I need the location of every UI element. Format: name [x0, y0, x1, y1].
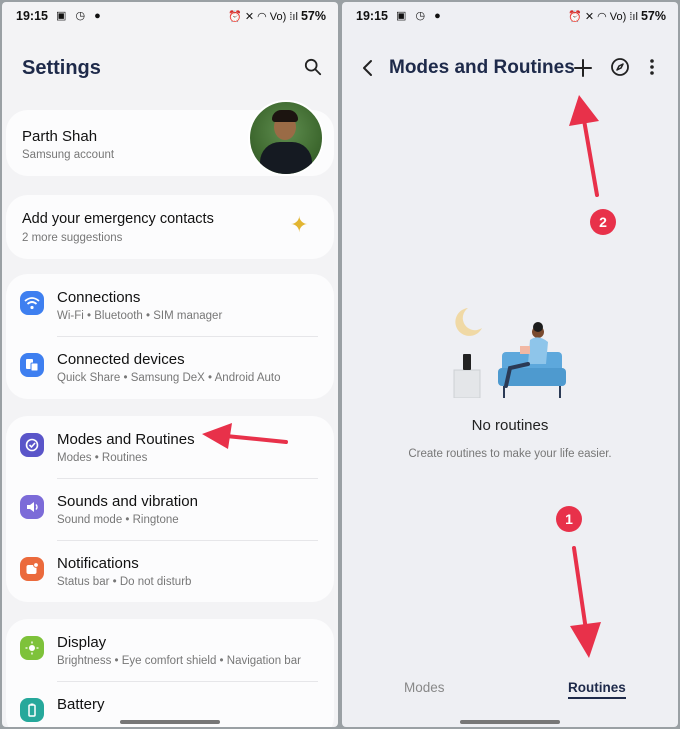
empty-title: No routines: [471, 417, 549, 434]
side-table: [453, 369, 481, 398]
system-icons: ⏰ ✕ ◠ Vo) ⁞ıl 57%: [228, 9, 326, 23]
settings-item-connections[interactable]: Connections Wi-Fi • Bluetooth • SIM mana…: [6, 274, 334, 336]
sun-icon: [20, 636, 44, 660]
annotation-badge-2: 2: [590, 209, 616, 235]
notification-icons: ▣ ◷ ●: [56, 10, 104, 22]
status-time: 19:15: [356, 9, 388, 23]
settings-item-sounds[interactable]: Sounds and vibration Sound mode • Ringto…: [6, 478, 334, 540]
status-time: 19:15: [16, 9, 48, 23]
nav-handle[interactable]: [120, 720, 220, 724]
devices-icon: [20, 353, 44, 377]
sparkle-icon: ✦: [290, 212, 309, 237]
page-title: Modes and Routines: [389, 57, 575, 78]
item-sub: Sound mode • Ringtone: [57, 514, 179, 526]
annotation-badge-1: 1: [556, 506, 582, 532]
item-label: Notifications: [57, 555, 139, 572]
back-icon[interactable]: [358, 58, 378, 78]
account-subtitle: Samsung account: [22, 149, 115, 161]
suggestion-card[interactable]: Add your emergency contacts 2 more sugge…: [6, 195, 334, 259]
settings-item-connected-devices[interactable]: Connected devices Quick Share • Samsung …: [6, 336, 334, 398]
item-label: Modes and Routines: [57, 431, 195, 448]
status-bar: 19:15 ▣ ◷ ● ⏰ ✕ ◠ Vo) ⁞ıl 57%: [342, 2, 678, 30]
system-icons: ⏰ ✕ ◠ Vo) ⁞ıl 57%: [568, 9, 666, 23]
item-sub: Modes • Routines: [57, 452, 148, 464]
settings-group-display: Display Brightness • Eye comfort shield …: [6, 619, 334, 727]
nav-handle[interactable]: [460, 720, 560, 724]
avatar-body: [260, 142, 312, 174]
book: [520, 346, 530, 354]
page-title: Settings: [22, 57, 101, 79]
signal-icons: ⏰ ✕ ◠ Vo) ⁞ıl: [568, 11, 638, 23]
tab-modes[interactable]: Modes: [404, 680, 445, 695]
battery-percent: 57%: [640, 9, 666, 23]
empty-subtitle: Create routines to make your life easier…: [408, 448, 612, 460]
signal-icons: ⏰ ✕ ◠ Vo) ⁞ıl: [228, 11, 298, 23]
item-label: Battery: [57, 696, 105, 713]
check-circle-icon: [20, 433, 44, 457]
item-sub: Status bar • Do not disturb: [57, 576, 192, 588]
modes-routines-screen: 19:15 ▣ ◷ ● ⏰ ✕ ◠ Vo) ⁞ıl 57% Modes and …: [342, 2, 678, 727]
compass-icon[interactable]: [610, 57, 630, 77]
item-sub: Wi-Fi • Bluetooth • SIM manager: [57, 310, 223, 322]
person-body: [528, 337, 548, 364]
empty-illustration: [453, 308, 566, 398]
search-icon[interactable]: [304, 58, 322, 76]
avatar[interactable]: [248, 100, 324, 176]
volume-icon: [20, 495, 44, 519]
item-sub: Brightness • Eye comfort shield • Naviga…: [57, 655, 301, 667]
settings-group-connections: Connections Wi-Fi • Bluetooth • SIM mana…: [6, 274, 334, 399]
add-icon[interactable]: [573, 58, 593, 78]
item-label: Connected devices: [57, 351, 185, 368]
suggestion-subtitle: 2 more suggestions: [22, 232, 123, 244]
avatar-hair: [272, 110, 298, 122]
settings-group-modes: Modes and Routines Modes • Routines Soun…: [6, 416, 334, 602]
item-label: Display: [57, 634, 107, 651]
tab-routines[interactable]: Routines: [568, 680, 626, 699]
settings-screen: 19:15 ▣ ◷ ● ⏰ ✕ ◠ Vo) ⁞ıl 57% Settings P…: [2, 2, 338, 727]
item-label: Sounds and vibration: [57, 493, 198, 510]
bell-icon: [20, 557, 44, 581]
item-label: Connections: [57, 289, 141, 306]
battery-percent: 57%: [300, 9, 326, 23]
settings-item-display[interactable]: Display Brightness • Eye comfort shield …: [6, 619, 334, 681]
phone-on-table: [463, 354, 471, 370]
settings-item-notifications[interactable]: Notifications Status bar • Do not distur…: [6, 540, 334, 602]
notification-icons: ▣ ◷ ●: [396, 10, 444, 22]
account-name: Parth Shah: [22, 128, 98, 145]
settings-item-modes-routines[interactable]: Modes and Routines Modes • Routines: [6, 416, 334, 478]
item-sub: Quick Share • Samsung DeX • Android Auto: [57, 372, 281, 384]
wifi-icon: [20, 291, 44, 315]
status-bar: 19:15 ▣ ◷ ● ⏰ ✕ ◠ Vo) ⁞ıl 57%: [2, 2, 338, 30]
suggestion-title: Add your emergency contacts: [22, 211, 214, 227]
battery-icon: [20, 698, 44, 722]
moon-icon: [455, 308, 482, 336]
more-options-icon[interactable]: [642, 57, 662, 77]
